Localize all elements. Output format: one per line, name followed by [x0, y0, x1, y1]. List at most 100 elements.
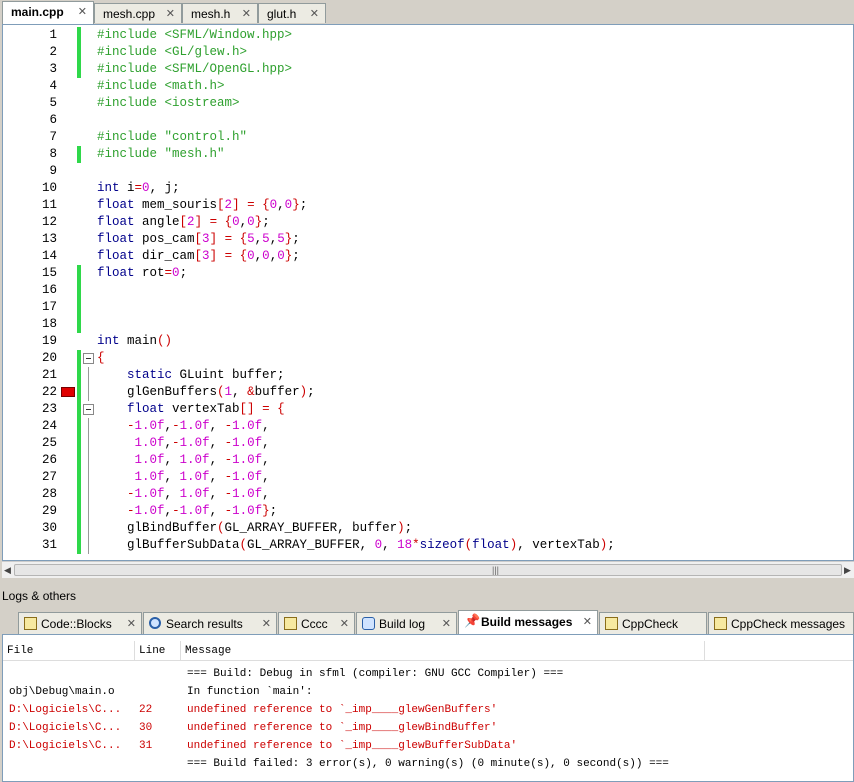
line-number: 13: [41, 232, 57, 246]
code-line[interactable]: 28 -1.0f, 1.0f, -1.0f,: [3, 486, 853, 503]
code-line[interactable]: 25 1.0f,-1.0f, -1.0f,: [3, 435, 853, 452]
code-text: glBindBuffer(GL_ARRAY_BUFFER, buffer);: [97, 521, 413, 535]
message-row[interactable]: obj\Debug\main.o In function `main':: [3, 683, 853, 701]
tab-glut-h[interactable]: glut.h ✕: [258, 3, 326, 23]
line-number: 8: [49, 147, 57, 161]
code-line[interactable]: 16: [3, 282, 853, 299]
code-editor[interactable]: 1 #include <SFML/Window.hpp> 2 #include <GL…: [2, 24, 854, 561]
code-line[interactable]: 21 static GLuint buffer;: [3, 367, 853, 384]
change-marker: [77, 299, 81, 316]
build-messages-list[interactable]: File Line Message === Build: Debug in sf…: [2, 634, 854, 782]
code-line[interactable]: 5 #include <iostream>: [3, 95, 853, 112]
tab-codeblocks[interactable]: Code::Blocks ✕: [18, 612, 142, 634]
column-header-message[interactable]: Message: [181, 641, 705, 661]
line-number: 1: [49, 28, 57, 42]
code-line[interactable]: 24 -1.0f,-1.0f, -1.0f,: [3, 418, 853, 435]
close-icon[interactable]: ✕: [127, 617, 136, 630]
close-icon[interactable]: ✕: [242, 7, 251, 20]
scroll-right-icon[interactable]: ▶: [844, 565, 851, 576]
line-number: 21: [41, 368, 57, 382]
message-row[interactable]: === Build: Debug in sfml (compiler: GNU …: [3, 665, 853, 683]
close-icon[interactable]: ✕: [262, 617, 271, 630]
scrollbar-thumb[interactable]: [14, 564, 842, 576]
close-icon[interactable]: ✕: [340, 617, 349, 630]
code-line[interactable]: 19 int main(): [3, 333, 853, 350]
document-icon: [24, 617, 37, 630]
tab-label: Cccc: [301, 617, 328, 631]
tab-search-results[interactable]: Search results ✕: [143, 612, 277, 634]
breakpoint-icon[interactable]: [61, 387, 75, 397]
code-line[interactable]: 22 glGenBuffers(1, &buffer);: [3, 384, 853, 401]
code-line[interactable]: 30 glBindBuffer(GL_ARRAY_BUFFER, buffer)…: [3, 520, 853, 537]
code-line[interactable]: 27 1.0f, 1.0f, -1.0f,: [3, 469, 853, 486]
code-text: #include <GL/glew.h>: [97, 45, 248, 59]
message-row[interactable]: D:\Logiciels\C... 22 undefined reference t…: [3, 701, 853, 719]
column-header-line[interactable]: Line: [135, 641, 181, 661]
change-marker: [77, 435, 81, 452]
fold-line: [88, 418, 89, 435]
fold-toggle-icon[interactable]: [83, 353, 94, 364]
code-line[interactable]: 13 float pos_cam[3] = {5,5,5};: [3, 231, 853, 248]
code-line[interactable]: 29 -1.0f,-1.0f, -1.0f};: [3, 503, 853, 520]
tab-label: glut.h: [267, 7, 297, 21]
code-line[interactable]: 11 float mem_souris[2] = {0,0};: [3, 197, 853, 214]
code-line[interactable]: 8 #include "mesh.h": [3, 146, 853, 163]
tab-cccc[interactable]: Cccc ✕: [278, 612, 355, 634]
code-line[interactable]: 3 #include <SFML/OpenGL.hpp>: [3, 61, 853, 78]
code-line[interactable]: 15 float rot=0;: [3, 265, 853, 282]
line-number: 18: [41, 317, 57, 331]
close-icon[interactable]: ✕: [310, 7, 319, 20]
change-marker: [77, 401, 81, 418]
horizontal-scrollbar[interactable]: ◀ ||| ▶: [2, 561, 854, 578]
change-marker: [77, 61, 81, 78]
message-file: D:\Logiciels\C...: [9, 722, 122, 734]
code-line[interactable]: 18: [3, 316, 853, 333]
code-text: glBufferSubData(GL_ARRAY_BUFFER, 0, 18*s…: [97, 538, 615, 552]
code-line[interactable]: 6: [3, 112, 853, 129]
message-row[interactable]: === Build failed: 3 error(s), 0 warning(…: [3, 755, 853, 773]
code-line[interactable]: 4 #include <math.h>: [3, 78, 853, 95]
code-line[interactable]: 17: [3, 299, 853, 316]
message-line: 31: [139, 740, 153, 752]
line-number: 4: [49, 79, 57, 93]
document-icon: [284, 617, 297, 630]
line-number: 3: [49, 62, 57, 76]
code-line[interactable]: 31 glBufferSubData(GL_ARRAY_BUFFER, 0, 1…: [3, 537, 853, 554]
fold-line: [88, 469, 89, 486]
fold-toggle-icon[interactable]: [83, 404, 94, 415]
tab-label: mesh.cpp: [103, 7, 156, 21]
change-marker: [77, 27, 81, 44]
close-icon[interactable]: ✕: [583, 615, 592, 628]
code-line[interactable]: 7 #include "control.h": [3, 129, 853, 146]
code-text: int main(): [97, 334, 173, 348]
tab-cppcheck-messages[interactable]: CppCheck messages: [708, 612, 854, 634]
close-icon[interactable]: ✕: [442, 617, 451, 630]
tab-mesh-cpp[interactable]: mesh.cpp ✕: [94, 3, 182, 23]
tab-mesh-h[interactable]: mesh.h ✕: [182, 3, 258, 23]
tab-build-messages[interactable]: 📌 Build messages ✕: [458, 610, 598, 635]
code-line[interactable]: 1 #include <SFML/Window.hpp>: [3, 27, 853, 44]
code-line[interactable]: 26 1.0f, 1.0f, -1.0f,: [3, 452, 853, 469]
scroll-left-icon[interactable]: ◀: [4, 565, 11, 576]
change-marker: [77, 316, 81, 333]
close-icon[interactable]: ✕: [166, 7, 175, 20]
line-number: 10: [41, 181, 57, 195]
code-line[interactable]: 10 int i=0, j;: [3, 180, 853, 197]
code-line[interactable]: 14 float dir_cam[3] = {0,0,0};: [3, 248, 853, 265]
code-line[interactable]: 12 float angle[2] = {0,0};: [3, 214, 853, 231]
tab-main-cpp[interactable]: main.cpp ✕: [2, 1, 94, 24]
code-line[interactable]: 9: [3, 163, 853, 180]
message-row[interactable]: D:\Logiciels\C... 30 undefined reference t…: [3, 719, 853, 737]
close-icon[interactable]: ✕: [78, 5, 87, 18]
code-line[interactable]: 2 #include <GL/glew.h>: [3, 44, 853, 61]
code-text: static GLuint buffer;: [127, 368, 285, 382]
code-text: -1.0f,-1.0f, -1.0f,: [127, 419, 270, 433]
tab-cppcheck[interactable]: CppCheck: [599, 612, 707, 634]
column-header-file[interactable]: File: [3, 641, 135, 661]
code-line[interactable]: 23 float vertexTab[] = {: [3, 401, 853, 418]
message-row[interactable]: D:\Logiciels\C... 31 undefined reference t…: [3, 737, 853, 755]
tab-build-log[interactable]: Build log ✕: [356, 612, 457, 634]
line-number: 17: [41, 300, 57, 314]
code-line[interactable]: 20 {: [3, 350, 853, 367]
pin-icon: 📌: [464, 613, 481, 628]
